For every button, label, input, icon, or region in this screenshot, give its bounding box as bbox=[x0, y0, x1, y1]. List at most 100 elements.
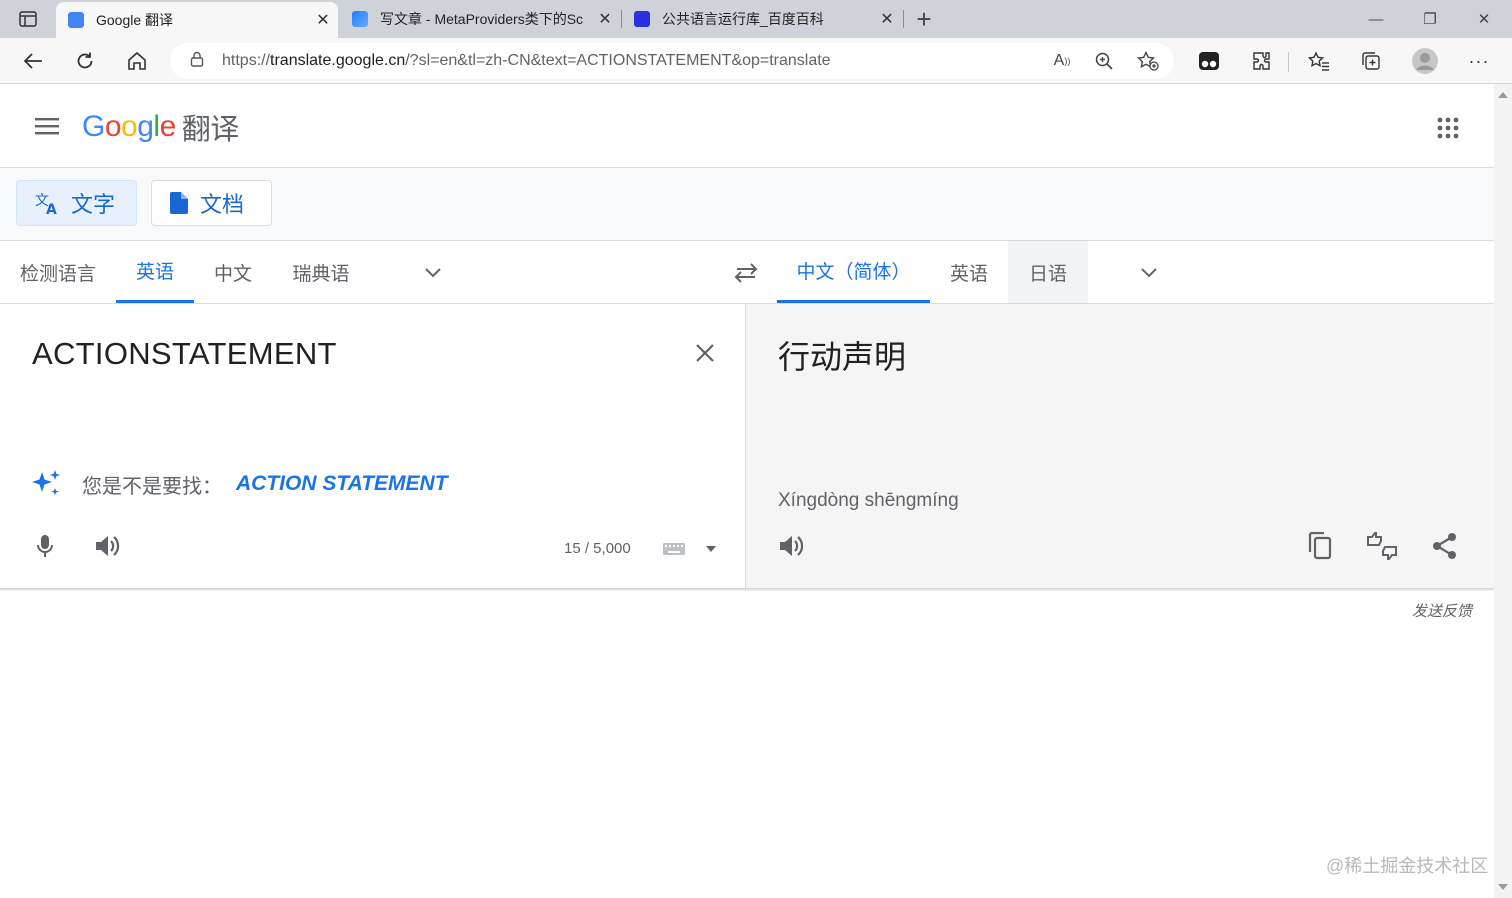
logo-letter: g bbox=[137, 110, 154, 143]
refresh-button[interactable] bbox=[68, 44, 102, 78]
source-lang-swedish[interactable]: 瑞典语 bbox=[272, 241, 370, 303]
extension-toolbar-button[interactable] bbox=[1192, 44, 1226, 78]
tab-title: 写文章 - MetaProviders类下的Sc bbox=[380, 11, 584, 27]
zoom-icon[interactable] bbox=[1090, 47, 1118, 75]
language-bar: 检测语言 英语 中文 瑞典语 中文（简体） 英语 日语 bbox=[0, 241, 1494, 304]
tab-actions-button[interactable] bbox=[4, 0, 52, 38]
main-menu-button[interactable] bbox=[30, 112, 64, 140]
text-mode-label: 文字 bbox=[71, 192, 116, 217]
profile-button[interactable] bbox=[1408, 44, 1442, 78]
share-icon bbox=[1433, 533, 1456, 559]
toolbar-divider bbox=[1288, 52, 1289, 72]
product-name: 翻译 bbox=[181, 114, 240, 146]
baidu-favicon bbox=[634, 11, 650, 27]
translate-header: Google 翻译 bbox=[0, 84, 1494, 168]
close-icon bbox=[696, 344, 714, 362]
copy-translation-button[interactable] bbox=[1302, 528, 1338, 564]
sparkle-icon bbox=[32, 470, 60, 496]
close-tab-icon[interactable]: ✕ bbox=[590, 9, 620, 29]
chevron-down-icon bbox=[1141, 268, 1157, 278]
source-lang-english[interactable]: 英语 bbox=[116, 241, 194, 303]
document-mode-label: 文档 bbox=[200, 192, 245, 217]
listen-translation-button[interactable] bbox=[774, 528, 810, 564]
document-icon bbox=[170, 192, 188, 214]
swap-arrows-icon bbox=[734, 263, 758, 283]
source-lang-more-button[interactable] bbox=[418, 258, 448, 288]
keyboard-icon bbox=[663, 543, 685, 555]
close-tab-icon[interactable]: ✕ bbox=[308, 10, 338, 30]
close-window-button[interactable]: ✕ bbox=[1460, 0, 1508, 38]
source-lang-detect[interactable]: 检测语言 bbox=[0, 241, 116, 303]
back-button[interactable] bbox=[16, 44, 50, 78]
copy-icon bbox=[1308, 532, 1332, 560]
settings-more-button[interactable]: ··· bbox=[1462, 44, 1496, 78]
apps-grid-icon bbox=[1437, 117, 1459, 139]
rate-translation-button[interactable] bbox=[1364, 528, 1400, 564]
share-translation-button[interactable] bbox=[1427, 528, 1463, 564]
source-text-input[interactable]: ACTIONSTATEMENT bbox=[32, 336, 337, 372]
target-lang-japanese[interactable]: 日语 bbox=[1008, 241, 1088, 303]
refresh-icon bbox=[77, 52, 93, 69]
hamburger-icon bbox=[35, 118, 59, 135]
did-you-mean-label: 您是不是要找： bbox=[82, 475, 222, 498]
new-tab-button[interactable]: + bbox=[900, 0, 948, 38]
tab-juejin-article[interactable]: 写文章 - MetaProviders类下的Sc ✕ bbox=[340, 0, 620, 38]
google-translate-favicon bbox=[68, 12, 84, 28]
google-apps-button[interactable] bbox=[1430, 110, 1466, 146]
collections-button[interactable] bbox=[1354, 44, 1388, 78]
home-button[interactable] bbox=[120, 44, 154, 78]
extensions-button[interactable] bbox=[1244, 44, 1278, 78]
logo-letter: o bbox=[121, 110, 138, 143]
minimize-button[interactable]: — bbox=[1352, 0, 1400, 38]
send-feedback-link[interactable]: 发送反馈 bbox=[1412, 600, 1472, 621]
speaker-icon bbox=[96, 536, 120, 556]
tab-title: 公共语言运行库_百度百科 bbox=[662, 11, 824, 27]
source-lang-chinese[interactable]: 中文 bbox=[194, 241, 272, 303]
svg-text:A: A bbox=[46, 202, 57, 215]
logo-letter: G bbox=[82, 110, 105, 143]
more-horizontal-icon: ··· bbox=[1468, 50, 1490, 71]
swap-languages-button[interactable] bbox=[728, 257, 764, 289]
document-mode-button[interactable]: 文档 bbox=[151, 180, 272, 226]
input-tools-button[interactable] bbox=[662, 540, 718, 558]
target-lang-more-button[interactable] bbox=[1134, 258, 1164, 288]
target-lang-chinese-simplified[interactable]: 中文（简体） bbox=[777, 241, 930, 303]
lock-icon[interactable] bbox=[190, 51, 204, 72]
read-aloud-icon[interactable]: A)) bbox=[1048, 47, 1076, 75]
voice-input-button[interactable] bbox=[27, 528, 63, 564]
speaker-icon bbox=[780, 536, 804, 556]
back-arrow-icon bbox=[23, 53, 42, 69]
target-pane: 行动声明 Xíngdòng shēngmíng bbox=[746, 304, 1494, 589]
close-tab-icon[interactable]: ✕ bbox=[872, 9, 902, 29]
favorites-list-icon bbox=[1308, 51, 1329, 71]
add-favorite-icon[interactable] bbox=[1134, 47, 1162, 75]
spelling-suggestion-link[interactable]: ACTION STATEMENT bbox=[236, 472, 448, 496]
rate-thumbs-icon bbox=[1367, 532, 1397, 560]
google-translate-logo[interactable]: Google 翻译 bbox=[82, 106, 239, 148]
text-mode-button[interactable]: 文A 文字 bbox=[16, 180, 137, 226]
tab-title: Google 翻译 bbox=[96, 12, 174, 28]
juejin-favicon bbox=[352, 11, 368, 27]
scroll-up-arrow-icon[interactable] bbox=[1498, 92, 1508, 98]
address-bar[interactable]: https://translate.google.cn/?sl=en&tl=zh… bbox=[170, 43, 1174, 79]
source-pane: ACTIONSTATEMENT 您是不是要找： ACTION STATEMENT… bbox=[0, 304, 746, 589]
logo-letter: o bbox=[104, 110, 122, 143]
collections-icon bbox=[1362, 52, 1380, 70]
browser-tab-bar: Google 翻译 ✕ 写文章 - MetaProviders类下的Sc ✕ 公… bbox=[0, 0, 1512, 38]
character-count: 15 / 5,000 bbox=[564, 540, 631, 557]
microphone-icon bbox=[37, 535, 53, 557]
caret-down-icon bbox=[706, 546, 716, 552]
listen-source-button[interactable] bbox=[90, 528, 126, 564]
target-lang-english[interactable]: 英语 bbox=[930, 241, 1008, 303]
page-scrollbar[interactable] bbox=[1494, 84, 1512, 898]
restore-button[interactable]: ❐ bbox=[1406, 0, 1454, 38]
chevron-down-icon bbox=[425, 268, 441, 278]
tab-baidu-baike[interactable]: 公共语言运行库_百度百科 ✕ bbox=[622, 0, 902, 38]
logo-letter: e bbox=[159, 110, 177, 143]
favorites-button[interactable] bbox=[1302, 44, 1336, 78]
puzzle-icon bbox=[1253, 52, 1270, 70]
home-icon bbox=[128, 51, 146, 70]
clear-source-button[interactable] bbox=[688, 336, 722, 370]
tab-google-translate[interactable]: Google 翻译 ✕ bbox=[56, 2, 338, 38]
scroll-down-arrow-icon[interactable] bbox=[1498, 884, 1508, 890]
